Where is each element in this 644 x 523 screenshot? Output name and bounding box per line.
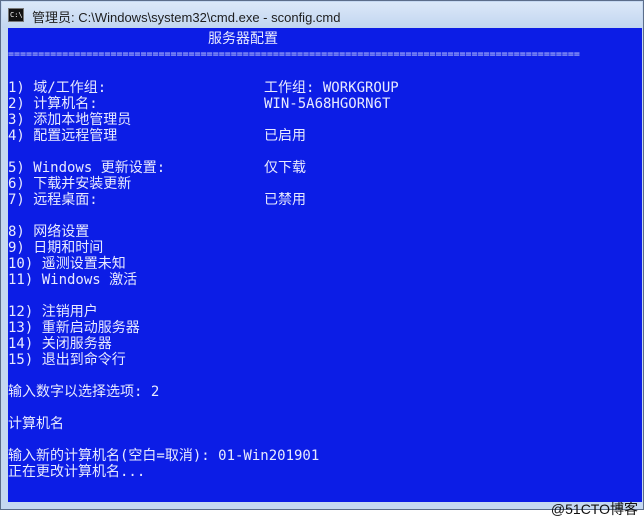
menu-item-10: 10) 遥测设置未知 bbox=[8, 256, 126, 272]
menu-item-14: 14) 关闭服务器 bbox=[8, 336, 112, 352]
menu-item-5: 5) Windows 更新设置: bbox=[8, 160, 166, 176]
menu-item-2: 2) 计算机名: bbox=[8, 96, 98, 112]
menu-item-6: 6) 下载并安装更新 bbox=[8, 176, 132, 192]
cmd-icon: C:\ bbox=[8, 8, 24, 22]
console-header: 服务器配置 bbox=[208, 31, 278, 47]
menu-item-1: 1) 域/工作组: bbox=[8, 80, 107, 96]
status-text: 正在更改计算机名... bbox=[8, 464, 146, 480]
menu-item-11: 11) Windows 激活 bbox=[8, 272, 138, 288]
menu-value-5: 仅下载 bbox=[264, 160, 306, 176]
menu-item-3: 3) 添加本地管理员 bbox=[8, 112, 132, 128]
console-window: C:\ 管理员: C:\Windows\system32\cmd.exe - s… bbox=[0, 0, 644, 510]
menu-value-2: WIN-5A68HGORN6T bbox=[264, 96, 391, 112]
menu-item-15: 15) 退出到命令行 bbox=[8, 352, 126, 368]
input-prompt: 输入新的计算机名(空白=取消): 01-Win201901 bbox=[8, 448, 320, 464]
window-title: 管理员: C:\Windows\system32\cmd.exe - sconf… bbox=[32, 10, 341, 25]
console-area[interactable]: 服务器配置 ==================================… bbox=[8, 28, 642, 502]
selection-prompt: 输入数字以选择选项: 2 bbox=[8, 384, 160, 400]
menu-value-7: 已禁用 bbox=[264, 192, 306, 208]
menu-item-9: 9) 日期和时间 bbox=[8, 240, 104, 256]
menu-item-13: 13) 重新启动服务器 bbox=[8, 320, 140, 336]
section-title: 计算机名 bbox=[8, 416, 64, 432]
separator-line: ========================================… bbox=[8, 50, 580, 60]
watermark: @51CTO博客 bbox=[550, 501, 638, 517]
menu-item-7: 7) 远程桌面: bbox=[8, 192, 98, 208]
menu-item-4: 4) 配置远程管理 bbox=[8, 128, 118, 144]
menu-value-1: 工作组: WORKGROUP bbox=[264, 80, 399, 96]
menu-item-12: 12) 注销用户 bbox=[8, 304, 98, 320]
title-bar[interactable]: C:\ 管理员: C:\Windows\system32\cmd.exe - s… bbox=[2, 2, 642, 28]
menu-value-4: 已启用 bbox=[264, 128, 306, 144]
menu-item-8: 8) 网络设置 bbox=[8, 224, 90, 240]
